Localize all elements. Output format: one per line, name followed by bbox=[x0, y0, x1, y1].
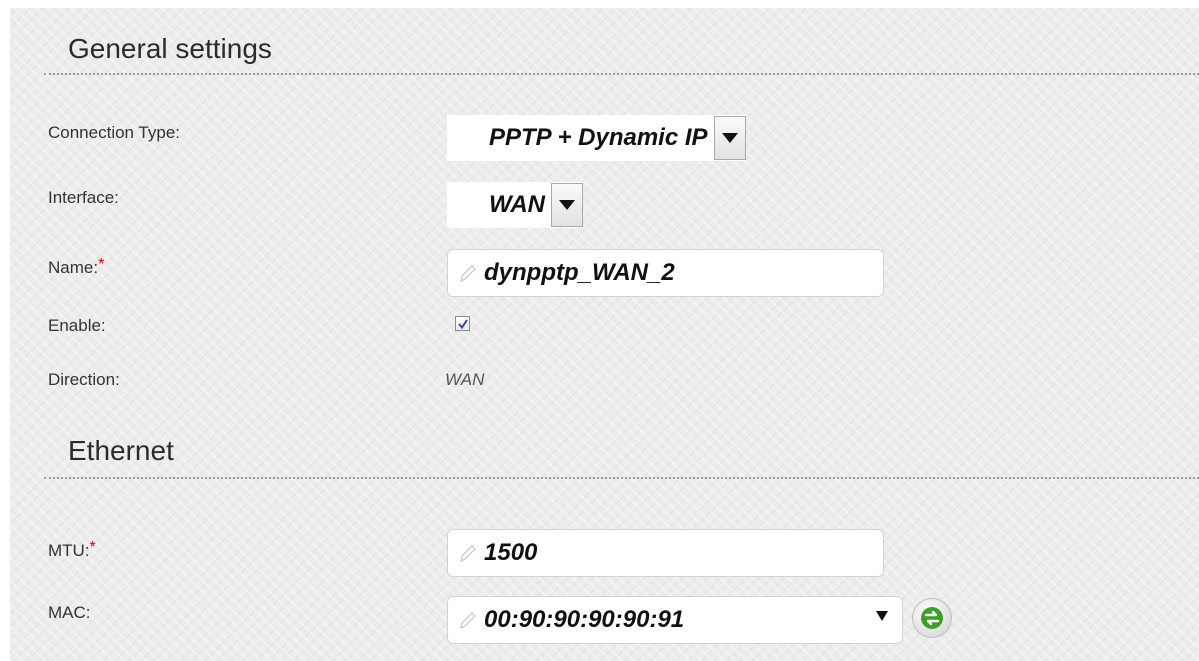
ethernet-divider bbox=[44, 477, 1199, 479]
enable-label: Enable: bbox=[48, 316, 106, 335]
mtu-field[interactable]: 1500 bbox=[447, 529, 884, 577]
refresh-icon bbox=[921, 607, 943, 629]
general-settings-divider bbox=[44, 73, 1199, 75]
pencil-icon bbox=[460, 265, 476, 283]
required-mark: * bbox=[98, 256, 105, 273]
refresh-mac-button[interactable] bbox=[912, 598, 952, 638]
general-settings-title: General settings bbox=[68, 33, 272, 64]
direction-value: WAN bbox=[445, 370, 485, 389]
connection-type-label: Connection Type: bbox=[48, 123, 180, 142]
interface-label: Interface: bbox=[48, 188, 119, 207]
mac-label: MAC: bbox=[48, 603, 91, 622]
chevron-down-icon[interactable] bbox=[551, 183, 583, 227]
interface-select[interactable]: WAN bbox=[447, 182, 583, 228]
name-field[interactable]: dynpptp_WAN_2 bbox=[447, 249, 884, 297]
chevron-down-icon[interactable] bbox=[876, 611, 888, 621]
mtu-value: 1500 bbox=[484, 539, 538, 566]
connection-type-select[interactable]: PPTP + Dynamic IP bbox=[447, 115, 746, 161]
pencil-icon bbox=[460, 545, 476, 563]
ethernet-title: Ethernet bbox=[68, 435, 174, 466]
interface-value: WAN bbox=[489, 191, 545, 218]
name-label: Name:* bbox=[48, 256, 105, 277]
connection-type-value: PPTP + Dynamic IP bbox=[489, 124, 708, 151]
direction-label: Direction: bbox=[48, 370, 120, 389]
enable-checkbox[interactable] bbox=[455, 316, 470, 331]
name-value: dynpptp_WAN_2 bbox=[484, 259, 675, 286]
pencil-icon bbox=[460, 612, 476, 630]
checkmark-icon bbox=[457, 318, 468, 329]
mac-field[interactable]: 00:90:90:90:90:91 bbox=[447, 596, 903, 644]
mac-value: 00:90:90:90:90:91 bbox=[484, 606, 685, 633]
required-mark: * bbox=[89, 539, 96, 556]
chevron-down-icon[interactable] bbox=[713, 116, 746, 160]
mtu-label: MTU:* bbox=[48, 539, 96, 560]
